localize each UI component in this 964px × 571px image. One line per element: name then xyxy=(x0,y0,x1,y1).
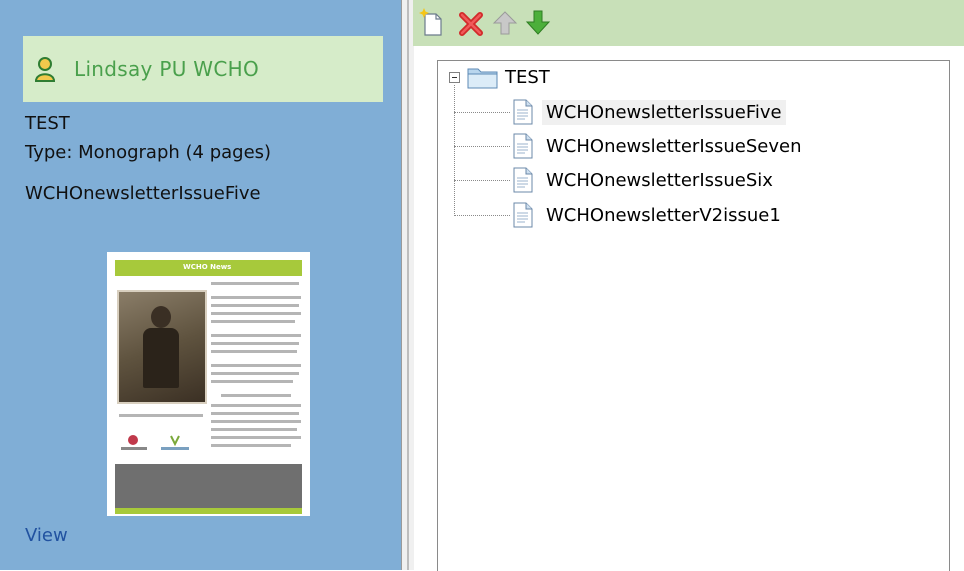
user-header: Lindsay PU WCHO xyxy=(23,36,383,102)
tree-connector xyxy=(454,85,455,216)
tree-toolbar xyxy=(413,0,964,46)
thumbnail-logos xyxy=(119,432,199,456)
document-title: TEST xyxy=(25,113,70,134)
tree-root-label: TEST xyxy=(505,66,550,88)
thumbnail-photo xyxy=(117,290,207,404)
user-icon xyxy=(34,57,56,82)
tree-item[interactable]: WCHOnewsletterV2issue1 xyxy=(512,200,785,230)
panel-splitter[interactable] xyxy=(401,0,414,570)
document-thumbnail[interactable]: WCHO News xyxy=(107,252,310,516)
thumbnail-banner: WCHO News xyxy=(115,260,302,276)
document-icon xyxy=(513,202,533,228)
document-icon xyxy=(513,133,533,159)
new-page-icon[interactable] xyxy=(418,8,446,38)
document-icon xyxy=(513,99,533,125)
thumbnail-banner-text: WCHO News xyxy=(183,263,232,271)
document-info-panel: Lindsay PU WCHO TEST Type: Monograph (4 … xyxy=(0,0,401,570)
thumbnail-footer xyxy=(115,464,302,510)
view-link[interactable]: View xyxy=(25,525,68,546)
document-type: Type: Monograph (4 pages) xyxy=(25,142,272,163)
tree-item[interactable]: WCHOnewsletterIssueSeven xyxy=(512,131,806,161)
selected-file-name: WCHOnewsletterIssueFive xyxy=(25,183,261,204)
tree-item-label: WCHOnewsletterIssueSeven xyxy=(546,135,802,157)
tree-item[interactable]: WCHOnewsletterIssueFive xyxy=(512,97,786,127)
document-icon xyxy=(513,167,533,193)
tree-item-label: WCHOnewsletterV2issue1 xyxy=(546,204,781,226)
folder-icon xyxy=(467,68,498,89)
tree-item-label: WCHOnewsletterIssueFive xyxy=(542,99,786,125)
document-tree: TEST WCHOnewsletterIssueFive WCHOnewslet… xyxy=(437,60,950,571)
tree-item[interactable]: WCHOnewsletterIssueSix xyxy=(512,165,777,195)
arrow-down-icon[interactable] xyxy=(524,8,552,38)
collapse-toggle-icon[interactable] xyxy=(449,71,460,83)
arrow-up-icon[interactable] xyxy=(491,8,519,38)
tree-root-item[interactable]: TEST xyxy=(449,64,550,90)
user-name: Lindsay PU WCHO xyxy=(74,57,260,81)
tree-item-label: WCHOnewsletterIssueSix xyxy=(546,169,773,191)
delete-icon[interactable] xyxy=(457,8,485,38)
